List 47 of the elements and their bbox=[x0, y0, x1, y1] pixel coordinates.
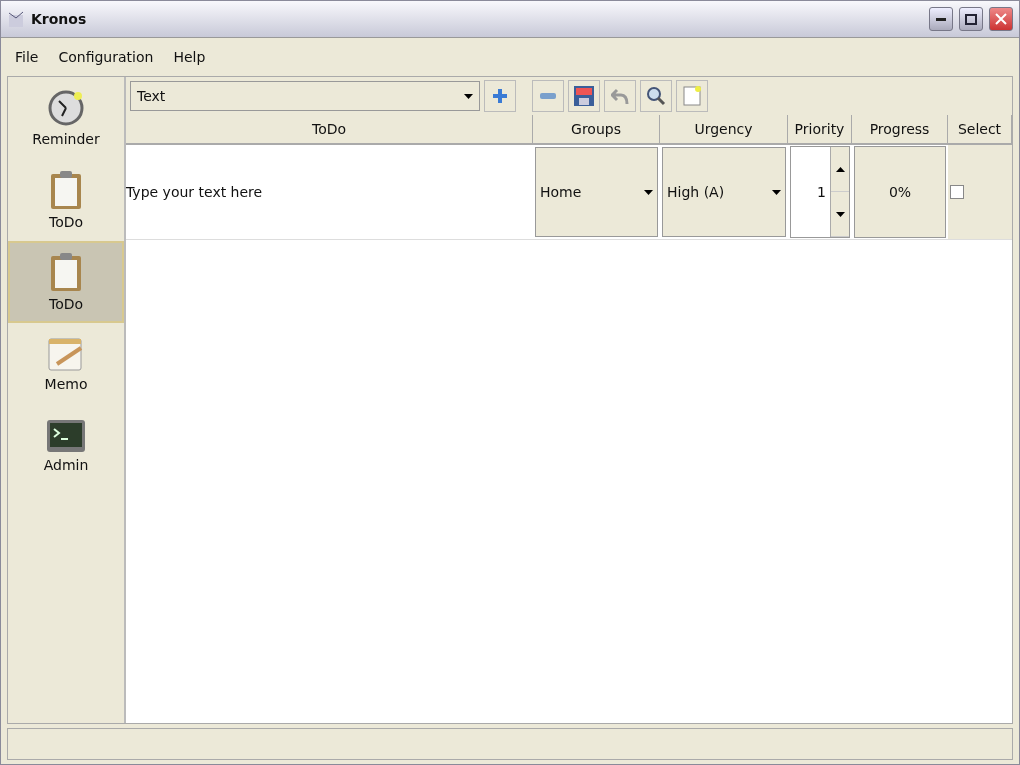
select-checkbox[interactable] bbox=[950, 185, 964, 199]
filter-dropdown[interactable]: Text bbox=[130, 81, 480, 111]
column-header[interactable]: Progress bbox=[852, 115, 948, 145]
down-arrow-icon bbox=[644, 189, 653, 195]
percent-field: 0% bbox=[854, 146, 946, 238]
down-arrow-icon bbox=[772, 189, 781, 195]
plus-icon bbox=[492, 88, 508, 104]
sidebar-item[interactable]: ToDo bbox=[8, 241, 124, 323]
window-title: Kronos bbox=[31, 11, 88, 27]
up-arrow-icon bbox=[835, 166, 845, 172]
urgency-dropdown[interactable]: High (A) bbox=[662, 147, 786, 237]
column-header[interactable]: Groups bbox=[533, 115, 660, 145]
sidebar-item[interactable]: Admin bbox=[8, 405, 124, 487]
column-header[interactable]: Urgency bbox=[660, 115, 788, 145]
minimize-icon bbox=[936, 17, 946, 21]
menu-item[interactable]: File bbox=[15, 49, 39, 65]
sidebar-item[interactable]: Reminder bbox=[8, 77, 124, 159]
clipboard-icon bbox=[49, 252, 83, 292]
app-icon bbox=[7, 10, 25, 28]
down-arrow-icon bbox=[835, 211, 845, 217]
column-header[interactable]: ToDo bbox=[126, 115, 533, 145]
note-icon bbox=[683, 86, 701, 106]
column-header[interactable]: Select bbox=[948, 115, 1012, 145]
priority-spinner[interactable]: 1 bbox=[790, 146, 850, 238]
sidebar-item[interactable]: ToDo bbox=[8, 159, 124, 241]
column-header[interactable]: Priority bbox=[788, 115, 852, 145]
notepad-icon bbox=[47, 336, 85, 372]
table-cell: Type your text here bbox=[126, 184, 263, 200]
menu-item[interactable]: Configuration bbox=[58, 49, 154, 65]
search-button[interactable] bbox=[640, 80, 672, 112]
sidebar-item[interactable]: Memo bbox=[8, 323, 124, 405]
clock-icon bbox=[47, 89, 85, 127]
close-icon bbox=[995, 13, 1007, 25]
minimize-button[interactable] bbox=[929, 7, 953, 31]
terminal-icon bbox=[46, 419, 86, 453]
maximize-icon bbox=[965, 13, 977, 25]
undo-arrow-icon bbox=[611, 87, 629, 105]
down-arrow-icon bbox=[464, 93, 473, 99]
maximize-button[interactable] bbox=[959, 7, 983, 31]
add-button[interactable] bbox=[484, 80, 516, 112]
group-dropdown[interactable]: Home bbox=[535, 147, 658, 237]
search-icon bbox=[646, 86, 666, 106]
save-button[interactable] bbox=[568, 80, 600, 112]
close-button[interactable] bbox=[989, 7, 1013, 31]
menu-item[interactable]: Help bbox=[173, 49, 206, 65]
clipboard-icon bbox=[49, 170, 83, 210]
minus-icon bbox=[540, 93, 556, 99]
